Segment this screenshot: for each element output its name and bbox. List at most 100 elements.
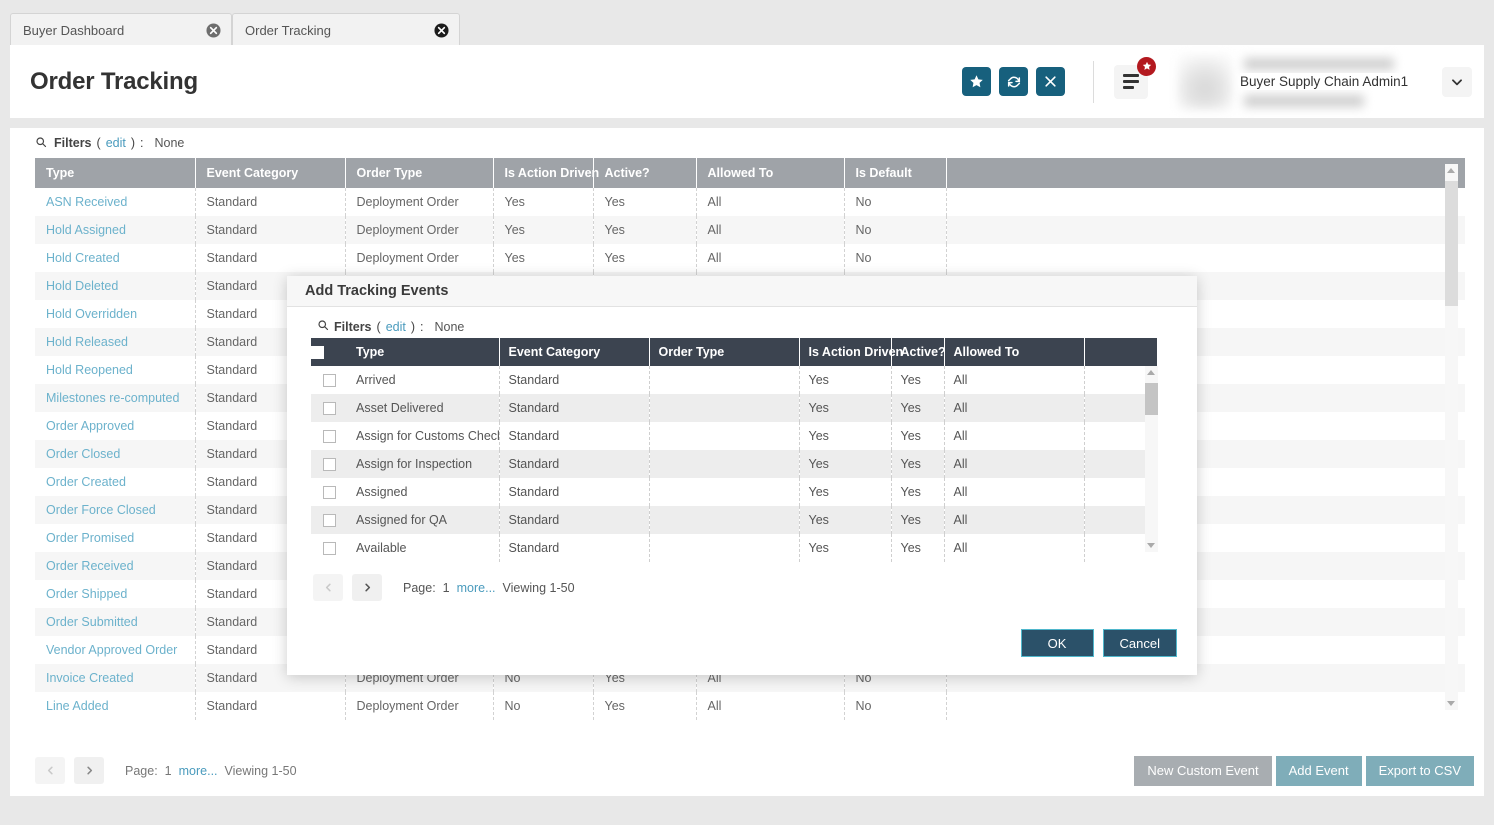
row-select-cell[interactable] [311, 478, 347, 506]
table-cell: Standard [195, 244, 345, 272]
dialog-table-row[interactable]: AvailableStandardYesYesAll [311, 534, 1157, 562]
table-row[interactable]: ASN ReceivedStandardDeployment OrderYesY… [35, 188, 1465, 216]
new-custom-event-button[interactable]: New Custom Event [1134, 756, 1271, 786]
next-page-button[interactable] [74, 757, 104, 784]
event-type-link[interactable]: Hold Overridden [35, 300, 195, 328]
dialog-column-header[interactable]: Type [347, 338, 499, 366]
column-header[interactable]: Active? [593, 158, 696, 188]
main-table-scrollbar[interactable] [1445, 164, 1458, 710]
table-row[interactable]: Hold AssignedStandardDeployment OrderYes… [35, 216, 1465, 244]
row-checkbox[interactable] [323, 458, 336, 471]
event-type-link[interactable]: Order Promised [35, 524, 195, 552]
scroll-thumb[interactable] [1445, 181, 1458, 306]
event-type-link[interactable]: Order Submitted [35, 608, 195, 636]
scroll-down-arrow[interactable] [1447, 701, 1455, 706]
column-header[interactable]: Type [35, 158, 195, 188]
row-checkbox[interactable] [323, 514, 336, 527]
dialog-filters-paren-open: ( [377, 320, 381, 334]
column-header[interactable]: Order Type [345, 158, 493, 188]
dialog-table-cell: Asset Delivered [347, 394, 499, 422]
row-checkbox[interactable] [323, 486, 336, 499]
close-button[interactable] [1036, 67, 1065, 96]
event-type-link[interactable]: Hold Created [35, 244, 195, 272]
row-checkbox[interactable] [323, 430, 336, 443]
row-select-cell[interactable] [311, 506, 347, 534]
column-header[interactable] [946, 158, 1465, 188]
close-circle-icon[interactable] [206, 23, 221, 38]
column-header[interactable]: Is Default [844, 158, 946, 188]
event-type-link[interactable]: Order Force Closed [35, 496, 195, 524]
column-header[interactable]: Allowed To [696, 158, 844, 188]
dialog-next-page-button[interactable] [352, 574, 382, 601]
dialog-column-header[interactable]: Allowed To [944, 338, 1084, 366]
refresh-button[interactable] [999, 67, 1028, 96]
row-select-cell[interactable] [311, 534, 347, 562]
filters-edit-link[interactable]: edit [106, 136, 126, 150]
event-type-link[interactable]: Line Added [35, 692, 195, 720]
dialog-table-row[interactable]: Assigned for QAStandardYesYesAll [311, 506, 1157, 534]
close-circle-icon[interactable] [434, 23, 449, 38]
row-select-cell[interactable] [311, 394, 347, 422]
scroll-up-arrow[interactable] [1147, 370, 1155, 375]
search-icon [35, 136, 47, 151]
event-type-link[interactable]: Hold Deleted [35, 272, 195, 300]
dialog-table-row[interactable]: Assign for InspectionStandardYesYesAll [311, 450, 1157, 478]
favorite-button[interactable] [962, 67, 991, 96]
dialog-table-cell: Standard [499, 478, 649, 506]
scroll-down-arrow[interactable] [1147, 543, 1155, 548]
table-row[interactable]: Line AddedStandardDeployment OrderNoYesA… [35, 692, 1465, 720]
page-label: Page: [125, 764, 158, 778]
event-type-link[interactable]: Order Approved [35, 412, 195, 440]
row-checkbox[interactable] [323, 402, 336, 415]
table-row[interactable]: Hold CreatedStandardDeployment OrderYesY… [35, 244, 1465, 272]
dialog-column-header[interactable]: Is Action Driven [799, 338, 891, 366]
dialog-table-row[interactable]: AssignedStandardYesYesAll [311, 478, 1157, 506]
select-all-header[interactable] [311, 338, 347, 366]
dialog-table-row[interactable]: Assign for Customs CheckStandardYesYesAl… [311, 422, 1157, 450]
export-to-csv-button[interactable]: Export to CSV [1366, 756, 1474, 786]
prev-page-button[interactable] [35, 757, 65, 784]
row-select-cell[interactable] [311, 366, 347, 394]
more-pages-link[interactable]: more... [179, 764, 218, 778]
event-type-link[interactable]: Order Received [35, 552, 195, 580]
event-type-link[interactable]: Order Closed [35, 440, 195, 468]
event-type-link[interactable]: ASN Received [35, 188, 195, 216]
table-cell [946, 244, 1465, 272]
add-event-button[interactable]: Add Event [1276, 756, 1362, 786]
row-select-cell[interactable] [311, 450, 347, 478]
dialog-column-header[interactable]: Event Category [499, 338, 649, 366]
dialog-table-row[interactable]: ArrivedStandardYesYesAll [311, 366, 1157, 394]
dialog-more-pages-link[interactable]: more... [457, 581, 496, 595]
dialog-column-header[interactable] [1084, 338, 1157, 366]
user-menu[interactable]: Buyer Supply Chain Admin1 [1178, 45, 1484, 118]
table-cell: Standard [195, 692, 345, 720]
row-checkbox[interactable] [323, 374, 336, 387]
scroll-thumb[interactable] [1145, 383, 1158, 415]
select-all-checkbox[interactable] [311, 346, 324, 359]
row-select-cell[interactable] [311, 422, 347, 450]
event-type-link[interactable]: Order Shipped [35, 580, 195, 608]
event-type-link[interactable]: Invoice Created [35, 664, 195, 692]
event-type-link[interactable]: Hold Assigned [35, 216, 195, 244]
dialog-table-scrollbar[interactable] [1145, 366, 1158, 552]
event-type-link[interactable]: Hold Released [35, 328, 195, 356]
dialog-table-header-row: TypeEvent CategoryOrder TypeIs Action Dr… [311, 338, 1157, 366]
tab-buyer-dashboard[interactable]: Buyer Dashboard [10, 13, 232, 46]
dialog-table-row[interactable]: Asset DeliveredStandardYesYesAll [311, 394, 1157, 422]
scroll-up-arrow[interactable] [1447, 168, 1455, 173]
event-type-link[interactable]: Vendor Approved Order [35, 636, 195, 664]
event-type-link[interactable]: Milestones re-computed [35, 384, 195, 412]
dialog-column-header[interactable]: Order Type [649, 338, 799, 366]
chevron-down-icon[interactable] [1442, 67, 1472, 97]
event-type-link[interactable]: Hold Reopened [35, 356, 195, 384]
column-header[interactable]: Event Category [195, 158, 345, 188]
ok-button[interactable]: OK [1021, 629, 1094, 657]
row-checkbox[interactable] [323, 542, 336, 555]
event-type-link[interactable]: Order Created [35, 468, 195, 496]
cancel-button[interactable]: Cancel [1103, 629, 1177, 657]
dialog-filters-edit-link[interactable]: edit [386, 320, 406, 334]
dialog-table-cell: Yes [799, 450, 891, 478]
dialog-prev-page-button[interactable] [313, 574, 343, 601]
column-header[interactable]: Is Action Driven [493, 158, 593, 188]
tab-order-tracking[interactable]: Order Tracking [232, 13, 460, 46]
